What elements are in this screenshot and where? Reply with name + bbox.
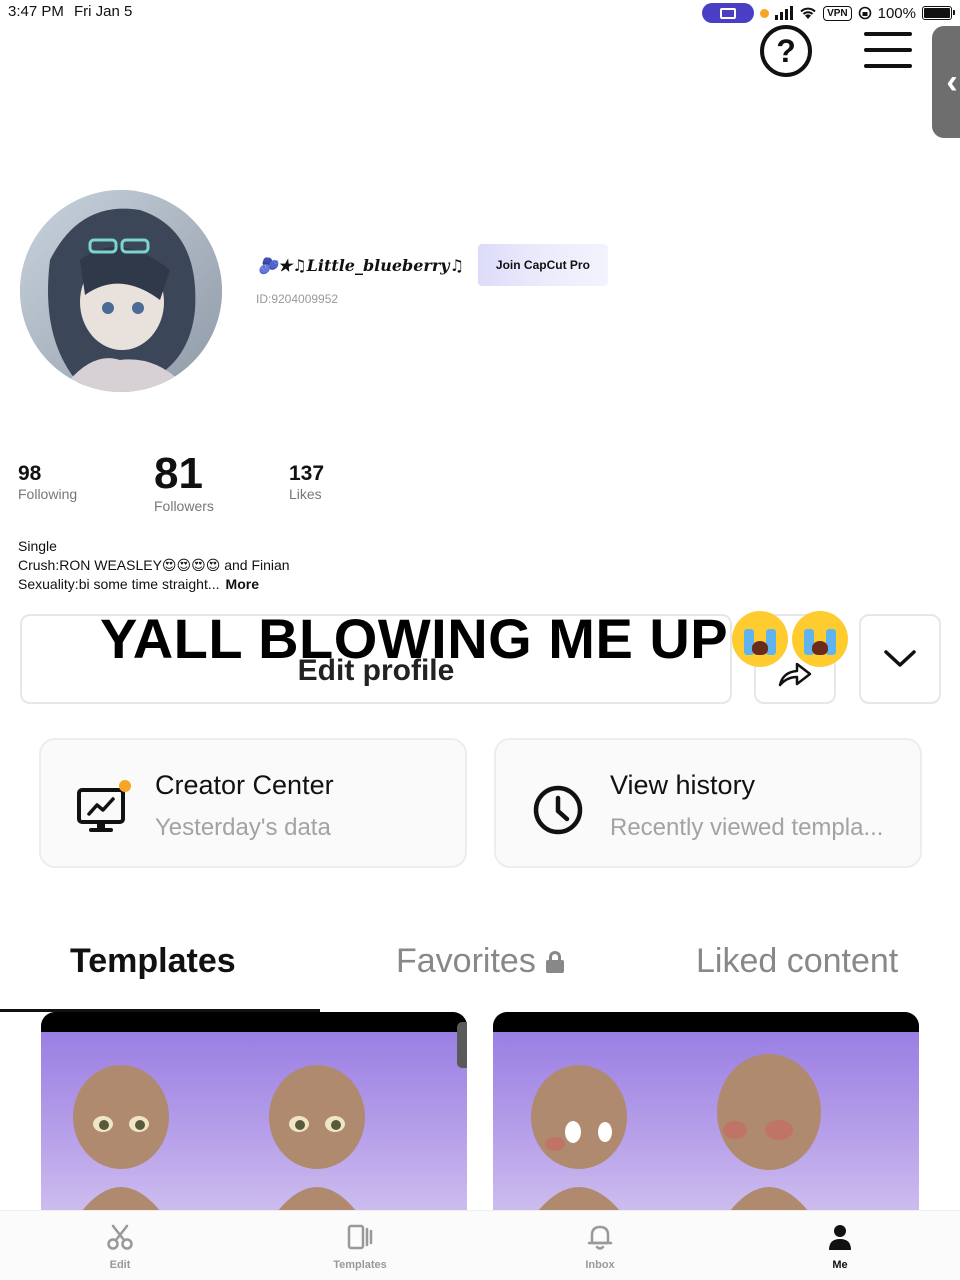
sob-emoji-icon (792, 610, 849, 667)
status-bar: 3:47 PM Fri Jan 5 VPN 100% (0, 0, 960, 24)
nav-me[interactable]: Me (780, 1223, 900, 1271)
menu-icon[interactable] (864, 32, 912, 68)
bio-more-link[interactable]: More (226, 576, 259, 592)
join-pro-button[interactable]: Join CapCut Pro (477, 244, 608, 286)
likes-label: Likes (289, 486, 322, 502)
stat-followers[interactable]: 81 Followers (154, 449, 214, 515)
username-row: 🫐★♫Little_blueberry♫ Join CapCut Pro (258, 244, 608, 286)
status-date: Fri Jan 5 (74, 3, 133, 20)
user-id: ID:9204009952 (256, 292, 339, 306)
nav-inbox-label: Inbox (585, 1259, 615, 1271)
followers-count: 81 (154, 449, 203, 498)
screen-mirroring-icon (702, 3, 755, 23)
bio-line-text: Sexuality:bi some time straight... (18, 576, 220, 592)
content-tabs: Templates Favorites Liked content (0, 930, 960, 1012)
overlay-caption-text: YALL BLOWING ME UP (100, 607, 729, 670)
tab-liked-content[interactable]: Liked content (696, 942, 898, 981)
bottom-nav: Edit Templates Inbox Me (0, 1210, 960, 1280)
mic-indicator-icon (760, 8, 770, 18)
view-history-subtitle: Recently viewed templa... (610, 814, 884, 841)
vpn-badge: VPN (823, 5, 852, 21)
creator-center-icon (77, 780, 131, 832)
view-history-card[interactable]: View history Recently viewed templa... (494, 738, 922, 868)
creator-center-title: Creator Center (155, 770, 334, 800)
nav-me-label: Me (832, 1259, 848, 1271)
battery-icon (922, 6, 955, 20)
creator-center-card[interactable]: Creator Center Yesterday's data (39, 738, 467, 868)
notification-dot (119, 780, 131, 792)
clock-icon (533, 785, 583, 835)
view-history-title: View history (610, 770, 756, 800)
bio-line: Sexuality:bi some time straight... More (18, 575, 290, 594)
followers-label: Followers (154, 498, 214, 514)
avatar[interactable] (20, 190, 222, 392)
tab-favorites-label: Favorites (396, 942, 536, 980)
nav-templates-label: Templates (333, 1259, 387, 1271)
template-thumbnail[interactable] (493, 1012, 919, 1212)
bell-icon (587, 1225, 613, 1250)
template-preview-image (41, 1032, 467, 1212)
tab-liked-label: Liked content (696, 942, 899, 980)
stat-following[interactable]: 98 Following (18, 462, 77, 502)
stat-likes[interactable]: 137 Likes (289, 462, 324, 502)
side-panel-handle[interactable]: ‹ (932, 26, 960, 138)
username: 🫐★♫Little_blueberry♫ (258, 255, 464, 275)
bio: Single Crush:RON WEASLEY😍😍😍😍 and Finian … (18, 537, 290, 594)
nav-edit[interactable]: Edit (60, 1223, 180, 1271)
expand-button[interactable] (859, 614, 941, 704)
person-icon (829, 1225, 851, 1250)
scissors-icon (107, 1224, 133, 1250)
bio-line: Crush:RON WEASLEY😍😍😍😍 and Finian (18, 557, 290, 573)
following-label: Following (18, 486, 78, 502)
creator-center-subtitle: Yesterday's data (155, 814, 331, 841)
status-time: 3:47 PM (8, 3, 64, 20)
following-count: 98 (18, 462, 42, 485)
thumbnail-scroll-handle[interactable] (457, 1022, 467, 1068)
wifi-icon (800, 7, 816, 19)
templates-icon (347, 1224, 373, 1250)
battery-percent: 100% (877, 4, 916, 22)
likes-count: 137 (289, 462, 325, 485)
tab-templates-label: Templates (70, 942, 236, 980)
sob-emoji-icon (732, 610, 789, 667)
lock-icon (545, 950, 564, 973)
rotation-lock-icon (858, 6, 871, 20)
nav-templates[interactable]: Templates (300, 1223, 420, 1271)
help-icon[interactable]: ? (760, 25, 812, 77)
signal-icon (775, 6, 794, 20)
bio-line: Single (18, 538, 57, 554)
tab-favorites[interactable]: Favorites (396, 942, 564, 981)
template-preview-image (493, 1032, 919, 1212)
status-indicators: VPN 100% (702, 3, 955, 23)
nav-inbox[interactable]: Inbox (540, 1223, 660, 1271)
overlay-caption: YALL BLOWING ME UP (100, 606, 849, 671)
nav-edit-label: Edit (109, 1259, 131, 1271)
tab-templates[interactable]: Templates (70, 942, 236, 981)
chevron-down-icon (884, 650, 916, 667)
template-thumbnail[interactable] (41, 1012, 467, 1212)
